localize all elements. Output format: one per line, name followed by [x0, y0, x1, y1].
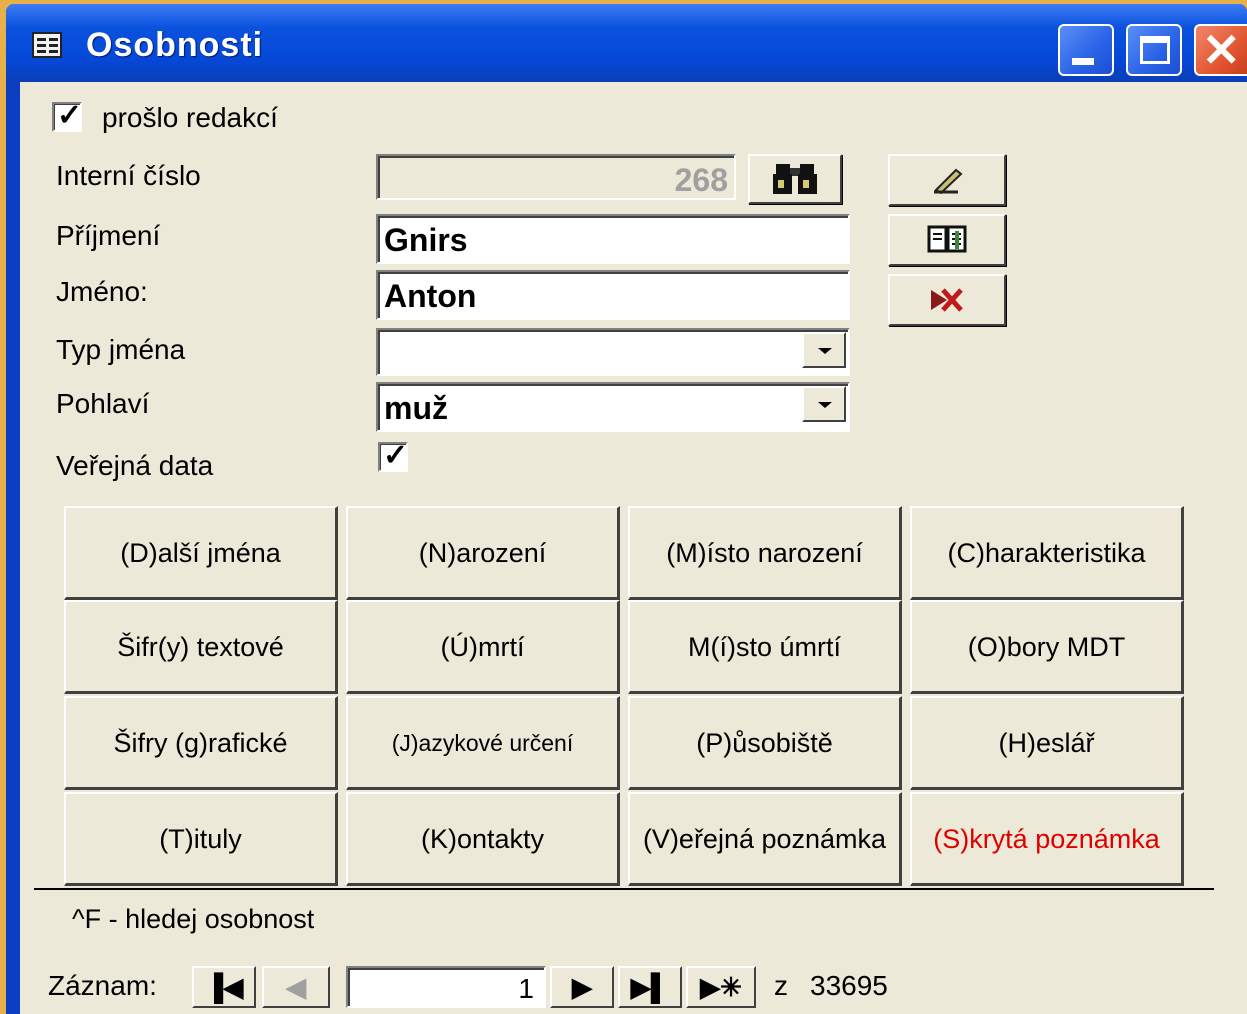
pen-icon: [890, 156, 1004, 204]
close-button[interactable]: ✕: [1194, 24, 1247, 76]
pohlavi-select[interactable]: muž: [376, 382, 850, 432]
last-record-button[interactable]: ▶▌: [618, 966, 682, 1008]
section-button[interactable]: (N)arození: [346, 506, 620, 600]
pohlavi-value: muž: [384, 390, 448, 426]
section-button[interactable]: (Ú)mrtí: [346, 600, 620, 694]
section-button[interactable]: (V)eřejná poznámka: [628, 792, 902, 886]
section-button[interactable]: (P)ůsobiště: [628, 696, 902, 790]
maximize-icon: [1140, 36, 1170, 64]
section-button[interactable]: (C)harakteristika: [910, 506, 1184, 600]
current-record-input[interactable]: 1: [346, 966, 546, 1008]
section-button[interactable]: Šifr(y) textové: [64, 600, 338, 694]
last-record-icon: ▶▌: [630, 971, 670, 1002]
record-of-label: z: [774, 970, 788, 1001]
window-title: Osobnosti: [86, 26, 264, 64]
previous-record-button[interactable]: ◀: [262, 966, 330, 1008]
record-label: Záznam:: [48, 970, 157, 1001]
first-record-icon: ▐◀: [204, 971, 244, 1002]
delete-icon: [890, 276, 1004, 324]
interni-cislo-label: Interní číslo: [56, 160, 201, 191]
maximize-button[interactable]: [1126, 24, 1182, 76]
proslo-redakci-label: prošlo redakcí: [102, 102, 278, 133]
check-icon: ✓: [57, 99, 83, 132]
section-button[interactable]: (S)krytá poznámka: [910, 792, 1184, 886]
minimize-icon: [1072, 58, 1094, 65]
book-icon: [890, 216, 1004, 264]
edit-button[interactable]: [888, 154, 1006, 206]
form-icon: [32, 32, 62, 58]
close-icon: ✕: [1202, 24, 1241, 76]
title-bar[interactable]: Osobnosti ✕: [6, 4, 1247, 82]
section-button[interactable]: M(í)sto úmrtí: [628, 600, 902, 694]
proslo-redakci-checkbox[interactable]: ✓: [52, 99, 82, 132]
interni-cislo-field: 268: [376, 154, 736, 200]
binoculars-icon: [750, 156, 840, 202]
section-button[interactable]: (O)bory MDT: [910, 600, 1184, 694]
first-record-button[interactable]: ▐◀: [192, 966, 256, 1008]
jmeno-label: Jméno:: [56, 276, 148, 307]
new-record-icon: ▶✳: [700, 971, 742, 1002]
record-total: 33695: [810, 970, 888, 1001]
section-button[interactable]: (M)ísto narození: [628, 506, 902, 600]
search-button[interactable]: [748, 154, 842, 204]
prijmeni-label: Příjmení: [56, 220, 161, 251]
section-button[interactable]: (K)ontakty: [346, 792, 620, 886]
next-record-button[interactable]: ▶: [550, 966, 614, 1008]
check-icon: ✓: [383, 439, 409, 472]
typ-jmena-select[interactable]: [376, 328, 850, 376]
prijmeni-input[interactable]: Gnirs: [376, 214, 850, 264]
typ-jmena-label: Typ jména: [56, 334, 186, 365]
verejna-data-label: Veřejná data: [56, 450, 214, 481]
pohlavi-label: Pohlaví: [56, 388, 150, 419]
verejna-data-checkbox[interactable]: ✓: [378, 439, 408, 472]
section-button[interactable]: (J)azykové určení: [346, 696, 620, 790]
jmeno-input[interactable]: Anton: [376, 270, 850, 320]
form-body: ✓ prošlo redakcí Interní číslo Příjmení …: [20, 82, 1247, 1014]
section-button[interactable]: (T)ituly: [64, 792, 338, 886]
book-button[interactable]: [888, 214, 1006, 266]
delete-button[interactable]: [888, 274, 1006, 326]
new-record-button[interactable]: ▶✳: [686, 966, 756, 1008]
section-button[interactable]: (H)eslář: [910, 696, 1184, 790]
search-hint: ^F - hledej osobnost: [72, 904, 315, 934]
next-record-icon: ▶: [572, 971, 592, 1002]
chevron-down-icon[interactable]: [802, 386, 846, 422]
chevron-down-icon[interactable]: [802, 332, 846, 368]
section-button[interactable]: (D)alší jména: [64, 506, 338, 600]
divider: [34, 888, 1214, 890]
previous-record-icon: ◀: [286, 971, 306, 1002]
minimize-button[interactable]: [1058, 24, 1114, 76]
section-button[interactable]: Šifry (g)rafické: [64, 696, 338, 790]
window: Osobnosti ✕ ✓ prošlo redakcí Interní čís…: [6, 4, 1247, 1014]
